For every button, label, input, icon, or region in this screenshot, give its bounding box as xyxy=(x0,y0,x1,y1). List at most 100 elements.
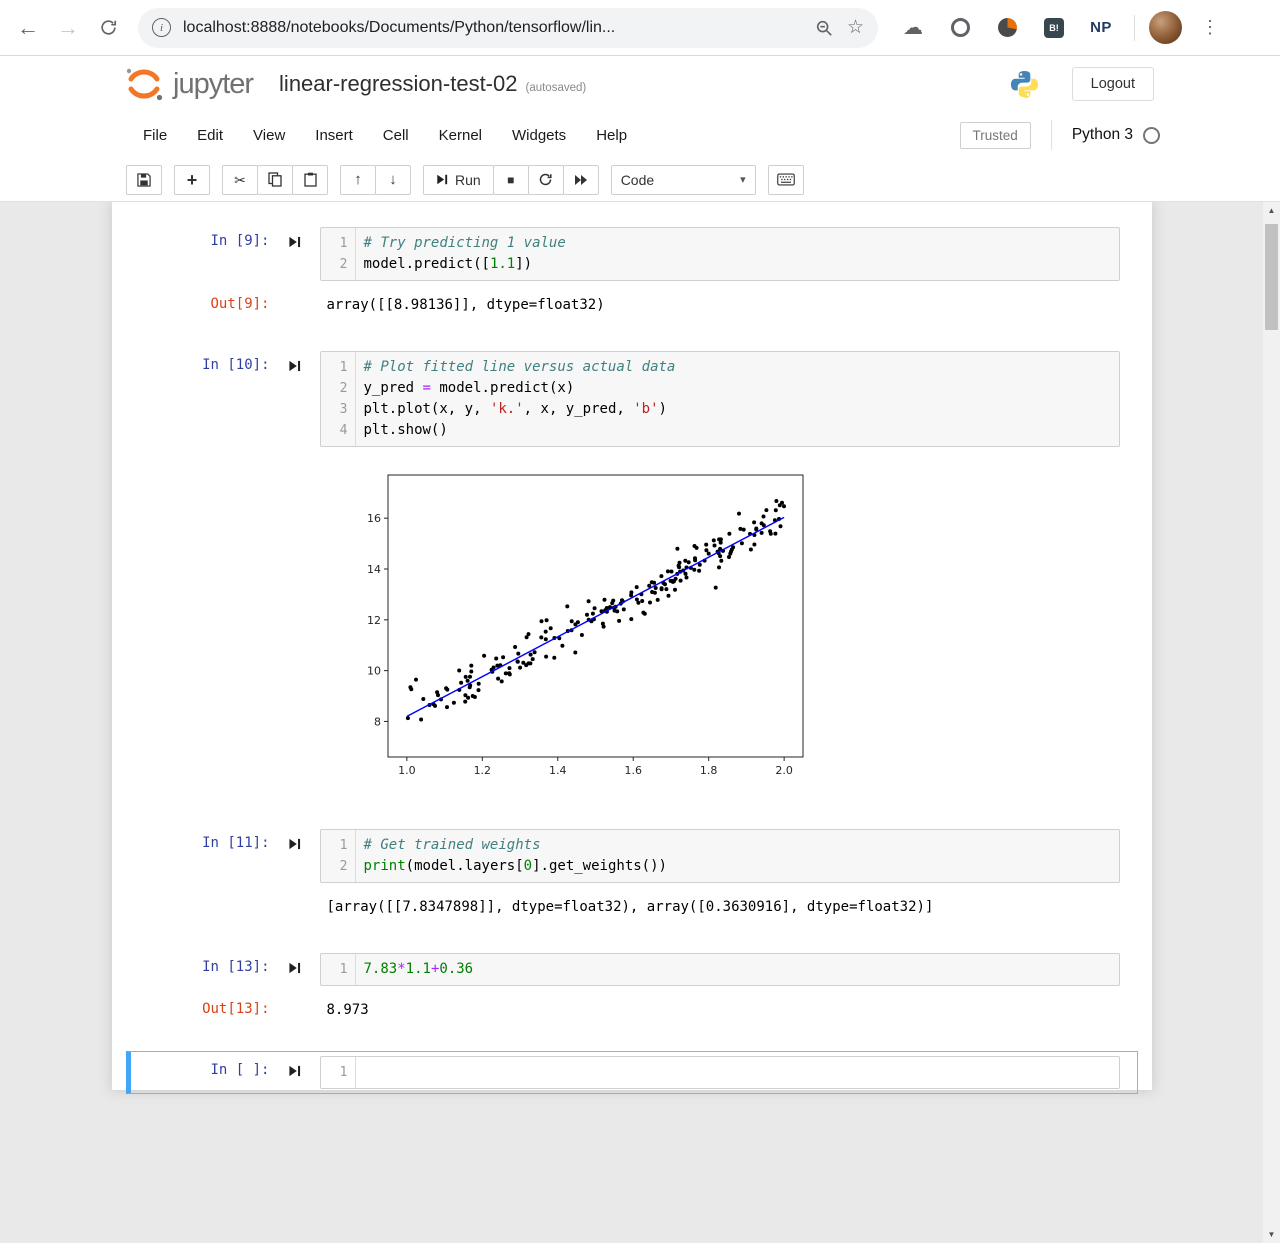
stop-icon: ■ xyxy=(507,174,514,186)
run-cell-glyph xyxy=(288,359,301,373)
run-cell-glyph xyxy=(288,1064,301,1078)
add-cell-button[interactable]: + xyxy=(174,165,210,195)
run-cell-icon[interactable] xyxy=(270,953,320,975)
page-info-icon[interactable]: i xyxy=(152,18,171,37)
spacer xyxy=(270,295,320,303)
np-extension-icon[interactable]: NP xyxy=(1090,17,1112,39)
input-prompt: In [11]: xyxy=(131,829,270,851)
scrollbar[interactable]: ▲ ▼ xyxy=(1263,202,1280,1243)
line-numbers: 12 xyxy=(321,830,356,882)
svg-text:1.2: 1.2 xyxy=(473,764,491,777)
run-cell-icon[interactable] xyxy=(270,829,320,851)
jupyter-wordmark[interactable]: jupyter xyxy=(173,68,253,101)
code-text: # Get trained weightsprint(model.layers[… xyxy=(356,830,1119,882)
cell-type-dropdown[interactable]: Code ▾ xyxy=(611,165,756,195)
save-icon xyxy=(137,173,151,187)
code-editor[interactable]: 1234# Plot fitted line versus actual dat… xyxy=(320,351,1120,447)
reload-icon[interactable] xyxy=(88,8,128,48)
url-text[interactable]: localhost:8888/notebooks/Documents/Pytho… xyxy=(183,19,801,37)
code-editor[interactable]: 17.83*1.1+0.36 xyxy=(320,953,1120,986)
plus-icon: + xyxy=(187,171,198,189)
paste-icon xyxy=(304,172,317,187)
code-cell[interactable]: In [9]:12# Try predicting 1 valuemodel.p… xyxy=(126,222,1138,320)
menu-widgets[interactable]: Widgets xyxy=(497,121,581,150)
code-cell[interactable]: In [ ]:1 xyxy=(126,1051,1138,1094)
bookmark-star-icon[interactable]: ☆ xyxy=(847,16,864,39)
ring-extension-icon[interactable] xyxy=(949,17,971,39)
move-cell-up-button[interactable]: ↑ xyxy=(340,165,376,195)
line-numbers: 1 xyxy=(321,1057,356,1088)
run-cell-icon[interactable] xyxy=(270,227,320,249)
zoom-icon[interactable] xyxy=(815,19,833,37)
input-prompt: In [10]: xyxy=(131,351,270,373)
keyboard-icon xyxy=(777,173,795,186)
forward-icon[interactable]: → xyxy=(48,8,88,48)
menu-insert[interactable]: Insert xyxy=(300,121,368,150)
kernel-idle-icon xyxy=(1143,127,1160,144)
run-button[interactable]: Run xyxy=(423,165,494,195)
output-prompt xyxy=(131,897,270,898)
back-icon[interactable]: ← xyxy=(8,8,48,48)
svg-text:10: 10 xyxy=(367,665,381,678)
command-palette-button[interactable] xyxy=(768,165,804,195)
scroll-down-icon[interactable]: ▼ xyxy=(1263,1226,1280,1243)
svg-text:14: 14 xyxy=(367,563,381,576)
svg-text:1.8: 1.8 xyxy=(699,764,717,777)
divider xyxy=(1134,15,1135,41)
run-cell-glyph xyxy=(288,837,301,851)
run-label: Run xyxy=(455,172,481,188)
spacer xyxy=(270,897,320,905)
output-prompt: Out[9]: xyxy=(131,295,270,312)
line-numbers: 1 xyxy=(321,954,356,985)
disc-extension-icon[interactable] xyxy=(996,17,1018,39)
save-button[interactable] xyxy=(126,165,162,195)
spacer xyxy=(270,1000,320,1008)
browser-toolbar: ← → i localhost:8888/notebooks/Documents… xyxy=(0,0,1280,56)
line-numbers: 12 xyxy=(321,228,356,280)
notebook-title[interactable]: linear-regression-test-02 xyxy=(279,71,517,97)
menu-help[interactable]: Help xyxy=(581,121,642,150)
chevron-down-icon: ▾ xyxy=(740,173,746,186)
menu-cell[interactable]: Cell xyxy=(368,121,424,150)
notebook-cells: In [9]:12# Try predicting 1 valuemodel.p… xyxy=(112,222,1152,1094)
browser-menu-icon[interactable]: ⋮ xyxy=(1190,8,1230,48)
menu-kernel[interactable]: Kernel xyxy=(424,121,497,150)
b-extension-icon[interactable]: B! xyxy=(1043,17,1065,39)
move-cell-down-button[interactable]: ↓ xyxy=(375,165,411,195)
cell-output: 8.973 xyxy=(320,1000,1137,1020)
code-cell[interactable]: In [11]: 12# Get trained weightsprint(mod… xyxy=(126,824,1138,922)
restart-kernel-button[interactable] xyxy=(528,165,564,195)
code-editor[interactable]: 1 xyxy=(320,1056,1120,1089)
paste-cell-button[interactable] xyxy=(292,165,328,195)
run-cell-glyph xyxy=(288,235,301,249)
menu-view[interactable]: View xyxy=(238,121,300,150)
interrupt-kernel-button[interactable]: ■ xyxy=(493,165,529,195)
trusted-badge[interactable]: Trusted xyxy=(960,122,1031,149)
code-cell[interactable]: In [10]: 1234# Plot fitted line versus ac… xyxy=(126,346,1138,798)
input-prompt: In [13]: xyxy=(131,953,270,975)
code-editor[interactable]: 12# Get trained weightsprint(model.layer… xyxy=(320,829,1120,883)
menu-edit[interactable]: Edit xyxy=(182,121,238,150)
scrollbar-thumb[interactable] xyxy=(1265,224,1278,330)
scroll-up-icon[interactable]: ▲ xyxy=(1263,202,1280,219)
run-cell-icon[interactable] xyxy=(270,1056,320,1078)
copy-cell-button[interactable] xyxy=(257,165,293,195)
kernel-indicator: Python 3 xyxy=(1072,126,1160,144)
jupyter-logo[interactable] xyxy=(122,62,166,106)
autosave-status: (autosaved) xyxy=(525,75,586,94)
toolbar: + ✂ ↑ ↓ Run ■ xyxy=(0,158,1280,202)
output-prompt: Out[13]: xyxy=(131,1000,270,1017)
cut-cell-button[interactable]: ✂ xyxy=(222,165,258,195)
screen: ← → i localhost:8888/notebooks/Documents… xyxy=(0,0,1280,1243)
code-editor[interactable]: 12# Try predicting 1 valuemodel.predict(… xyxy=(320,227,1120,281)
arrow-up-icon: ↑ xyxy=(354,172,362,187)
code-cell[interactable]: In [13]: 17.83*1.1+0.36 Out[13]: 8.973 xyxy=(126,948,1138,1025)
cloud-extension-icon[interactable]: ☁ xyxy=(902,17,924,39)
address-bar[interactable]: i localhost:8888/notebooks/Documents/Pyt… xyxy=(138,8,878,48)
divider xyxy=(1051,120,1052,150)
restart-run-all-button[interactable] xyxy=(563,165,599,195)
profile-avatar[interactable] xyxy=(1149,11,1182,44)
logout-button[interactable]: Logout xyxy=(1072,67,1154,101)
menu-file[interactable]: File xyxy=(128,121,182,150)
run-cell-icon[interactable] xyxy=(270,351,320,373)
